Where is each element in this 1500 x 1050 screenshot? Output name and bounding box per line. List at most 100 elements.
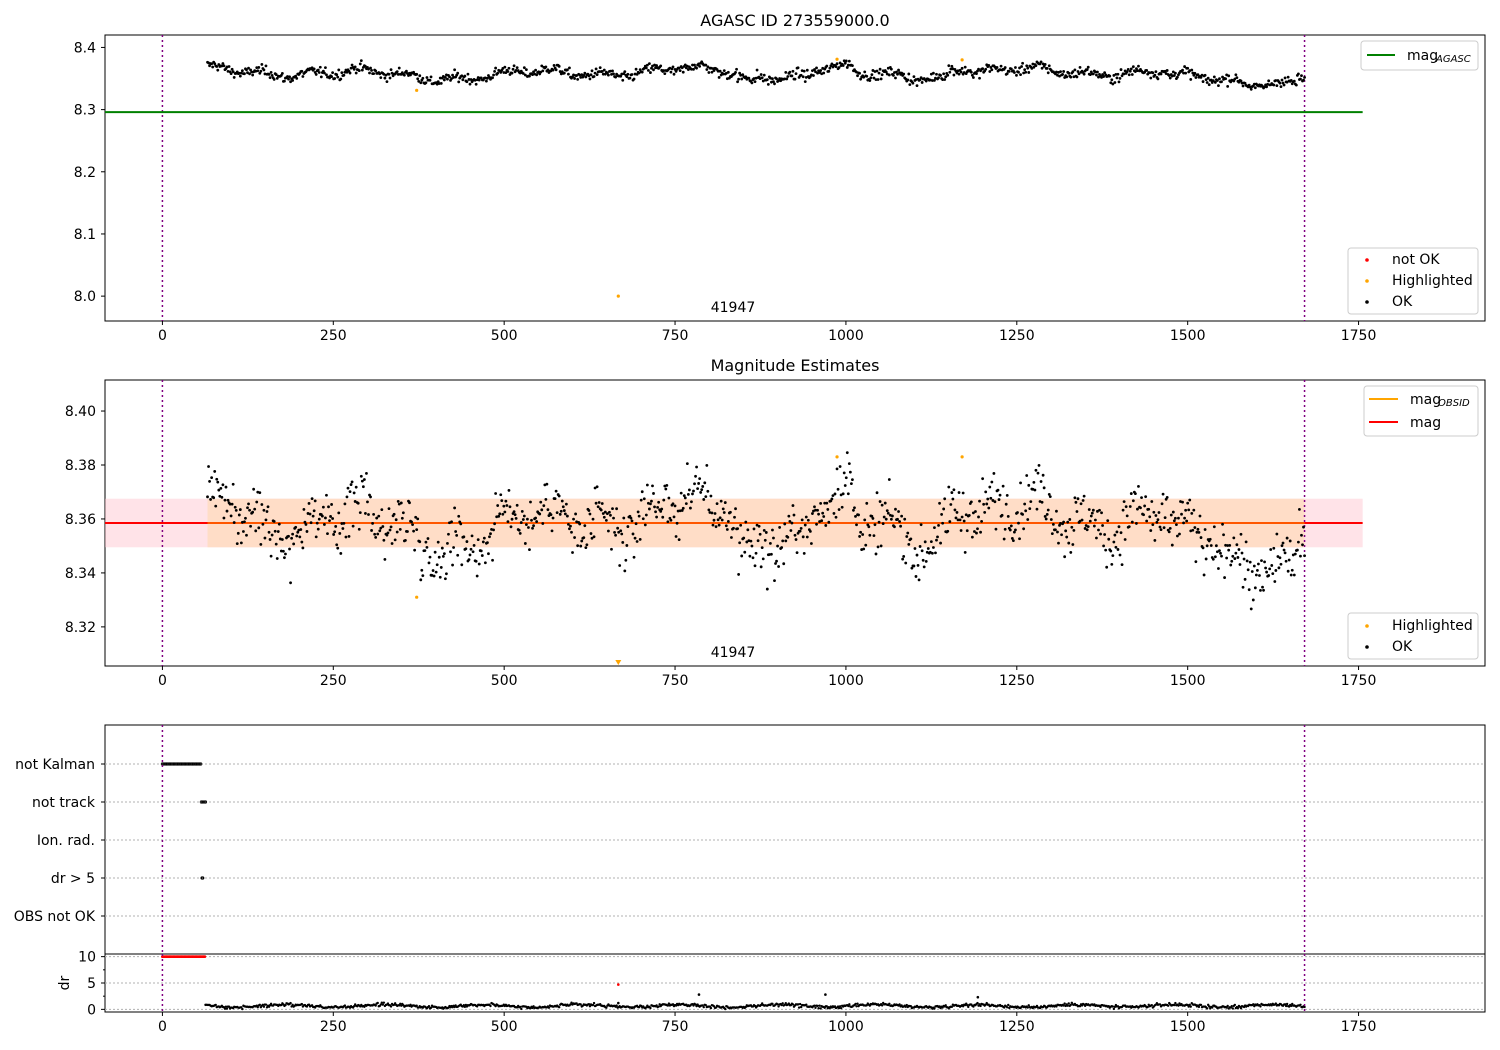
ok-point xyxy=(902,555,906,558)
ok-point xyxy=(354,485,358,489)
x-tick-label: 500 xyxy=(491,328,518,344)
dr-point xyxy=(1006,1006,1009,1009)
ok-point xyxy=(300,540,304,544)
ok-point xyxy=(309,521,313,525)
dr-point xyxy=(813,1004,816,1007)
ok-point xyxy=(389,68,393,72)
ok-point xyxy=(724,524,728,528)
ok-point xyxy=(243,72,246,76)
ok-point xyxy=(1062,520,1066,524)
ok-point xyxy=(761,557,765,561)
ok-point xyxy=(618,564,622,567)
ok-point xyxy=(319,75,323,79)
ok-point xyxy=(1294,83,1298,87)
ok-point xyxy=(776,544,779,548)
ok-point xyxy=(1201,80,1205,83)
ok-point xyxy=(935,538,938,542)
ok-point xyxy=(507,488,511,492)
ok-point xyxy=(1087,508,1091,511)
highlighted-point xyxy=(835,455,839,459)
ok-point xyxy=(786,535,790,539)
dr-point xyxy=(880,1004,884,1007)
ok-point xyxy=(1136,507,1139,511)
ok-point xyxy=(1068,518,1072,521)
ok-point xyxy=(1269,548,1273,551)
ok-point xyxy=(333,530,337,534)
ok-point xyxy=(1158,525,1162,529)
ok-point xyxy=(863,70,867,74)
ok-point xyxy=(640,490,644,494)
flag-category-label: OBS not OK xyxy=(14,909,96,925)
ok-point xyxy=(621,78,625,82)
ok-point xyxy=(762,528,766,532)
ok-point xyxy=(558,512,562,516)
ok-point xyxy=(602,515,606,519)
ok-point xyxy=(1019,481,1022,485)
ok-point xyxy=(649,71,652,74)
x-tick-label: 1750 xyxy=(1341,328,1377,344)
ok-point xyxy=(432,574,436,578)
ok-point xyxy=(996,488,1000,492)
ok-point xyxy=(976,527,979,531)
ok-point xyxy=(1127,73,1131,77)
ok-point xyxy=(386,531,390,535)
ok-point xyxy=(1176,75,1179,79)
ok-point xyxy=(1110,78,1114,82)
x-tick-label: 250 xyxy=(320,673,347,689)
ok-point xyxy=(1193,526,1197,529)
dr-point xyxy=(557,1006,561,1009)
ok-point xyxy=(987,506,991,510)
ok-point xyxy=(870,73,874,77)
ok-point xyxy=(359,59,363,63)
ok-point xyxy=(1089,514,1093,518)
ok-point xyxy=(851,478,854,482)
ok-point xyxy=(343,502,347,506)
ok-point xyxy=(898,520,901,523)
ok-point xyxy=(1244,540,1248,544)
ok-point xyxy=(802,69,806,73)
ok-point xyxy=(315,521,319,525)
ok-point xyxy=(621,541,625,544)
ok-point xyxy=(267,530,271,534)
ok-point xyxy=(1277,566,1281,570)
ok-point xyxy=(694,474,697,478)
ok-point xyxy=(410,520,413,524)
ok-point xyxy=(565,68,569,72)
ok-point xyxy=(980,520,983,523)
ok-point xyxy=(851,64,854,68)
dr-point xyxy=(1066,1004,1069,1007)
ok-point xyxy=(763,538,767,542)
ok-point xyxy=(395,70,399,74)
ok-point xyxy=(918,545,922,548)
ok-point xyxy=(736,80,739,84)
ok-point xyxy=(930,551,934,555)
ok-point xyxy=(983,511,987,514)
dr-point xyxy=(1233,1003,1237,1007)
ok-point xyxy=(718,69,722,73)
ok-point xyxy=(453,506,457,510)
ok-point xyxy=(1130,520,1134,524)
ok-point xyxy=(1105,565,1109,569)
ok-point xyxy=(1115,76,1119,80)
dr-point xyxy=(818,1004,821,1007)
ok-point xyxy=(1018,537,1021,541)
ok-point xyxy=(1082,72,1086,76)
ok-point xyxy=(258,491,262,495)
ok-point xyxy=(1196,527,1200,531)
ok-point xyxy=(623,569,627,573)
ok-point xyxy=(907,543,911,546)
ok-point xyxy=(777,565,780,568)
ok-point xyxy=(832,512,836,515)
ok-point xyxy=(652,492,655,495)
ok-point xyxy=(585,543,589,547)
ok-point xyxy=(1025,474,1029,477)
ok-point xyxy=(1184,71,1188,75)
ok-point xyxy=(978,499,981,503)
ok-point xyxy=(879,544,883,548)
ok-point xyxy=(883,501,887,505)
ok-point xyxy=(843,484,847,487)
ok-point xyxy=(216,68,220,72)
ok-point xyxy=(759,73,763,76)
ok-point xyxy=(911,81,915,85)
ok-point xyxy=(717,523,721,527)
